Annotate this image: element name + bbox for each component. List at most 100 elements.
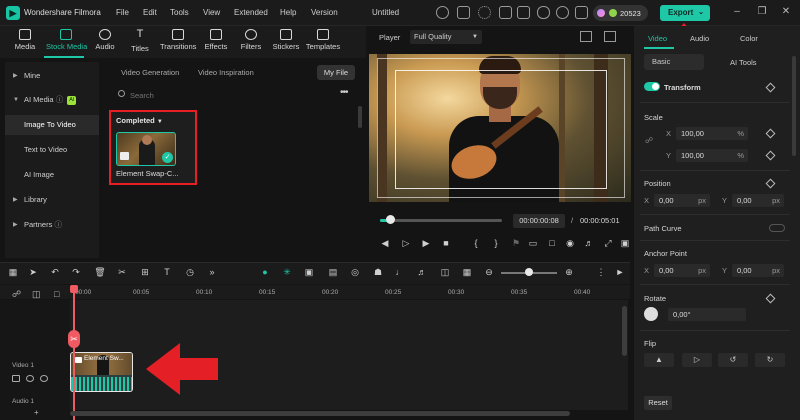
search-input[interactable] xyxy=(130,88,310,102)
microphone-icon[interactable]: ♩ xyxy=(394,266,406,278)
sidebar-item-ai-image[interactable]: AI Image xyxy=(5,165,99,185)
text-tool-icon[interactable]: T xyxy=(161,266,173,278)
tab-effects[interactable]: Effects xyxy=(199,26,233,58)
fullscreen-icon[interactable]: □ xyxy=(546,238,558,248)
playback-progress-track[interactable] xyxy=(380,219,502,222)
flag-icon[interactable]: ⚑ xyxy=(510,238,522,249)
tab-filters[interactable]: Filters xyxy=(234,26,268,58)
mark-in-icon[interactable]: { xyxy=(470,238,482,248)
anchor-y-field[interactable]: 0,00 px xyxy=(732,264,784,277)
flip-horizontal-button[interactable]: ▷ xyxy=(682,353,712,367)
position-y-field[interactable]: 0,00 px xyxy=(732,194,784,207)
save-icon[interactable] xyxy=(499,6,512,19)
add-icon[interactable]: + xyxy=(34,408,39,417)
tab-video[interactable]: Video xyxy=(648,34,667,43)
voiceover-icon[interactable]: ♬ xyxy=(416,266,428,278)
tab-stock-media[interactable]: Stock Media xyxy=(46,26,87,58)
zoom-out-icon[interactable]: ⊖ xyxy=(483,266,495,278)
add-track-icon[interactable]: □ xyxy=(54,289,59,299)
snap-icon[interactable]: ✳ xyxy=(281,266,293,278)
share-icon[interactable] xyxy=(457,6,470,19)
timeline-vertical-scrollbar[interactable] xyxy=(622,306,627,356)
stop-icon[interactable]: ■ xyxy=(440,238,452,248)
gift-icon[interactable] xyxy=(436,6,449,19)
render-icon[interactable]: ▣ xyxy=(303,266,315,278)
shield-icon[interactable]: ☗ xyxy=(372,266,384,278)
tab-audio[interactable]: Audio xyxy=(88,26,122,58)
sidebar-item-library[interactable]: ▶ Library xyxy=(5,190,99,210)
tab-transitions[interactable]: Transitions xyxy=(160,26,196,58)
subtitle-icon[interactable]: ◫ xyxy=(439,266,451,278)
volume-icon[interactable]: ♬ xyxy=(583,238,595,248)
menu-file[interactable]: File xyxy=(116,8,129,17)
menu-version[interactable]: Version xyxy=(311,8,338,17)
panel-scrollbar[interactable] xyxy=(792,56,796,156)
play-icon[interactable]: ▶ xyxy=(420,238,432,249)
completed-dropdown[interactable]: Completed ▼ xyxy=(116,116,163,125)
crop-icon[interactable]: ⊞ xyxy=(139,266,151,278)
delete-icon[interactable]: 🗑 xyxy=(94,266,106,278)
zoom-in-icon[interactable]: ⊕ xyxy=(563,266,575,278)
layout-icon[interactable]: ▦ xyxy=(7,266,19,278)
speed-icon[interactable]: ◷ xyxy=(184,266,196,278)
rotate-right-button[interactable]: ↻ xyxy=(755,353,785,367)
timeline-horizontal-scrollbar[interactable] xyxy=(70,411,570,416)
path-curve-toggle[interactable] xyxy=(769,224,785,232)
menu-tools[interactable]: Tools xyxy=(170,8,189,17)
media-scrollbar[interactable] xyxy=(358,106,362,128)
tab-templates[interactable]: Templates xyxy=(304,26,342,58)
tab-media[interactable]: Media xyxy=(8,26,42,58)
speaker-icon[interactable] xyxy=(26,375,34,382)
cloud-icon[interactable] xyxy=(537,6,550,19)
grid-icon[interactable] xyxy=(580,31,592,42)
rotate-left-button[interactable]: ↺ xyxy=(718,353,748,367)
lock-icon[interactable] xyxy=(12,375,20,382)
anchor-x-field[interactable]: 0,00 px xyxy=(654,264,710,277)
tab-stickers[interactable]: Stickers xyxy=(269,26,303,58)
maximize-icon[interactable]: ❐ xyxy=(756,6,768,18)
sidebar-item-image-to-video[interactable]: Image To Video xyxy=(5,115,99,135)
snapshot-image-icon[interactable] xyxy=(604,31,616,42)
rotate-dial[interactable] xyxy=(644,307,658,321)
keyframe-icon[interactable]: ▦ xyxy=(461,266,473,278)
ai-tool-icon[interactable]: ● xyxy=(259,266,271,278)
prev-frame-icon[interactable]: ◀ xyxy=(379,238,391,249)
split-icon[interactable]: ✂ xyxy=(116,266,128,278)
timeline-ruler[interactable] xyxy=(0,285,630,299)
template-icon[interactable] xyxy=(517,6,530,19)
rotate-field[interactable]: 0,00° xyxy=(668,308,746,321)
credits-badge[interactable]: 20523 xyxy=(593,5,648,21)
menu-view[interactable]: View xyxy=(203,8,220,17)
loading-icon[interactable] xyxy=(478,6,491,19)
timeline-clip[interactable]: Element Sw... xyxy=(70,352,133,392)
my-file-button[interactable]: My File xyxy=(317,65,355,80)
grid-layout-icon[interactable]: ⋮ xyxy=(595,266,607,278)
menu-edit[interactable]: Edit xyxy=(143,8,157,17)
select-tool-icon[interactable]: ➤ xyxy=(27,266,39,278)
scale-x-field[interactable]: 100,00% xyxy=(676,127,748,140)
reset-button[interactable]: Reset xyxy=(644,396,672,410)
split-scissors-icon[interactable]: ✂ xyxy=(68,330,80,348)
link-icon[interactable]: ☍ xyxy=(12,289,21,300)
playhead-handle[interactable] xyxy=(70,285,78,293)
subtab-video-inspiration[interactable]: Video Inspiration xyxy=(198,68,254,77)
link-scale-icon[interactable]: ☍ xyxy=(645,136,653,145)
subtab-ai-tools[interactable]: AI Tools xyxy=(730,58,757,67)
support-icon[interactable] xyxy=(556,6,569,19)
tab-audio[interactable]: Audio xyxy=(690,34,709,43)
undo-icon[interactable]: ↶ xyxy=(49,266,61,278)
subtab-basic[interactable]: Basic xyxy=(644,54,704,70)
next-frame-icon[interactable]: ▷ xyxy=(400,238,412,249)
monitor-icon[interactable]: ▭ xyxy=(527,238,539,249)
export-button[interactable]: Export ⌄ xyxy=(660,5,710,21)
flip-vertical-button[interactable]: ▲ xyxy=(644,353,674,367)
menu-help[interactable]: Help xyxy=(280,8,296,17)
media-thumbnail[interactable]: ✓ xyxy=(116,132,176,166)
playback-scrubber[interactable] xyxy=(386,215,395,224)
close-icon[interactable]: ✕ xyxy=(780,6,792,18)
transform-toggle[interactable] xyxy=(644,82,660,91)
minimize-icon[interactable]: – xyxy=(731,6,743,18)
subtab-video-generation[interactable]: Video Generation xyxy=(121,68,179,77)
aspect-ratio-icon[interactable]: ▣ xyxy=(619,238,631,249)
more-tools-icon[interactable]: » xyxy=(206,266,218,278)
